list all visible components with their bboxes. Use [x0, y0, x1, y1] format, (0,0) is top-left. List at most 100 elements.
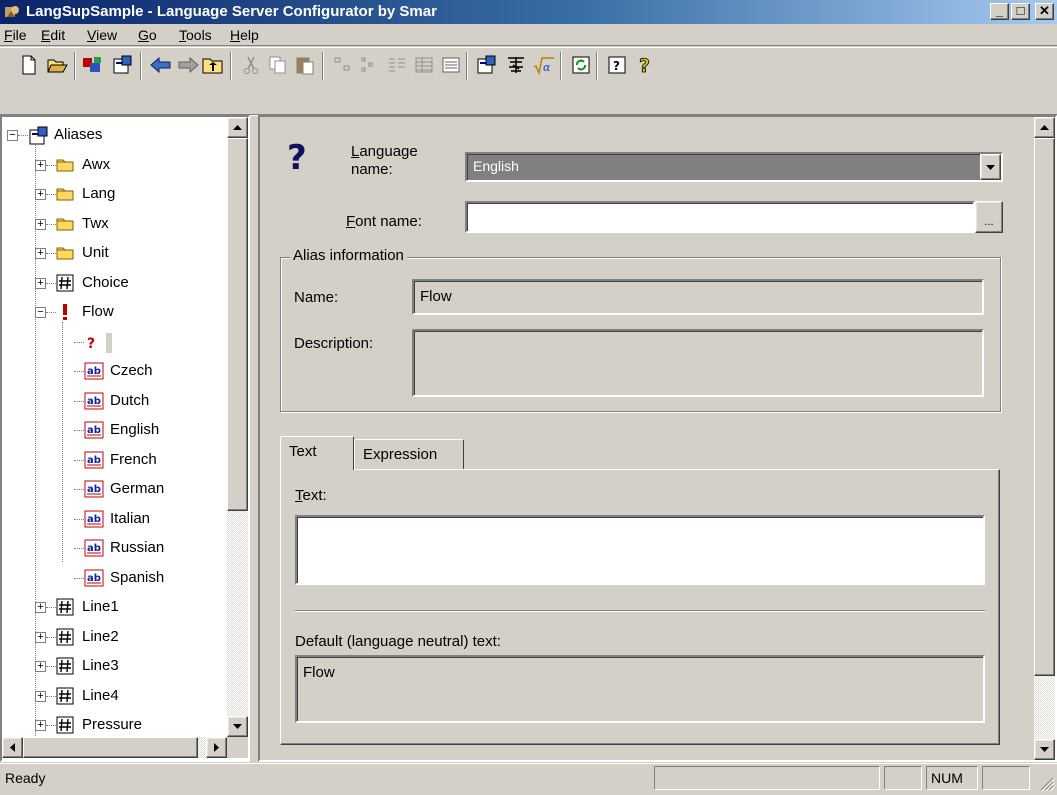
menu-file[interactable]: File	[0, 27, 31, 43]
menu-tools[interactable]: Tools	[175, 27, 216, 43]
expand-toggle-icon[interactable]: +	[35, 720, 46, 731]
properties-page-button[interactable]	[474, 53, 500, 77]
details-scroll-down-button[interactable]	[1034, 739, 1055, 760]
open-button[interactable]	[45, 53, 71, 77]
expand-toggle-icon[interactable]: +	[35, 159, 46, 171]
cut-button[interactable]	[238, 53, 264, 77]
small-icons-icon	[361, 57, 373, 72]
paste-button[interactable]	[292, 53, 318, 77]
tree-hscroll-thumb[interactable]	[23, 737, 198, 758]
language-dropdown-button[interactable]	[980, 154, 1001, 180]
details-scroll-thumb[interactable]	[1034, 138, 1055, 676]
unknown-node-selection[interactable]	[106, 332, 112, 353]
config-icon	[83, 57, 101, 72]
config-button[interactable]	[80, 53, 106, 77]
aliases-root-icon	[28, 126, 48, 145]
expand-toggle-icon[interactable]: +	[35, 189, 46, 200]
menu-edit[interactable]: Edit	[37, 27, 69, 43]
formula-button[interactable]: α	[531, 53, 557, 77]
unknown-language-icon: ?	[287, 138, 307, 175]
up-folder-button[interactable]	[200, 53, 226, 77]
new-button[interactable]	[16, 53, 42, 77]
list-button[interactable]	[384, 53, 410, 77]
font-name-input[interactable]	[465, 201, 975, 233]
hash-icon	[56, 687, 74, 705]
copy-icon	[269, 56, 286, 74]
hash-icon	[56, 598, 74, 616]
copy-button[interactable]	[265, 53, 291, 77]
formula-icon: α	[533, 57, 554, 75]
expand-toggle-icon[interactable]: +	[35, 277, 46, 289]
status-panel-1	[654, 766, 880, 790]
properties-button[interactable]	[110, 53, 136, 77]
back-button[interactable]	[148, 53, 174, 77]
tab-expression[interactable]: Expression	[354, 439, 464, 469]
status-panel-2	[884, 766, 922, 790]
font-browse-button[interactable]: ...	[975, 201, 1003, 233]
menu-bar: File Edit View Go Tools Help	[0, 24, 1057, 46]
refresh-button[interactable]	[568, 53, 594, 77]
pane-splitter[interactable]	[250, 115, 258, 762]
about-button[interactable]: ?	[604, 53, 630, 77]
text-alias-icon: ab	[84, 392, 104, 410]
text-input[interactable]	[295, 515, 985, 585]
forward-button[interactable]	[175, 53, 201, 77]
svg-text:?: ?	[87, 336, 95, 351]
app-window: LangSupSample - Language Server Configur…	[0, 0, 1057, 795]
large-icons-icon	[334, 57, 350, 71]
expand-toggle-icon[interactable]: +	[35, 248, 46, 259]
details-scroll-up-button[interactable]	[1034, 117, 1055, 138]
expand-toggle-icon[interactable]: +	[35, 661, 46, 672]
tree-vscrollbar[interactable]	[227, 117, 248, 737]
font-name-label: Font name:	[346, 213, 422, 230]
title-bar[interactable]: LangSupSample - Language Server Configur…	[0, 0, 1057, 24]
list-icon	[389, 58, 405, 72]
description-field	[412, 329, 984, 397]
alias-tree[interactable]: − Aliases + Awx + Lang + Twx + Unit + Choice − Flow? a…	[2, 117, 227, 737]
tree-scroll-thumb[interactable]	[227, 138, 248, 511]
tree-scroll-up-button[interactable]	[227, 117, 248, 138]
tree-scroll-down-button[interactable]	[227, 716, 248, 737]
collapse-toggle-icon[interactable]: −	[35, 307, 46, 318]
tree-hscrollbar[interactable]	[2, 737, 227, 758]
expand-toggle-icon[interactable]: +	[35, 218, 46, 230]
tree-scroll-right-button[interactable]	[206, 737, 227, 758]
svg-text:ab: ab	[87, 425, 101, 436]
svg-text:?: ?	[287, 138, 307, 175]
small-icons-button[interactable]	[357, 53, 383, 77]
minimize-button[interactable]: _	[990, 3, 1009, 20]
status-panel-4	[982, 766, 1030, 790]
expand-toggle-icon[interactable]: +	[35, 602, 46, 613]
menu-help[interactable]: Help	[226, 27, 263, 43]
view-button[interactable]	[438, 53, 464, 77]
maximize-icon: □	[1016, 3, 1025, 18]
language-name-select[interactable]: English	[465, 152, 1003, 182]
menu-view[interactable]: View	[83, 27, 121, 43]
tab-text[interactable]: Text	[280, 436, 354, 470]
tree-scroll-left-button[interactable]	[2, 737, 23, 758]
details-vscrollbar[interactable]	[1034, 117, 1055, 760]
expand-toggle-icon[interactable]: +	[35, 631, 46, 643]
folder-icon	[56, 244, 74, 262]
close-icon: ✕	[1039, 3, 1050, 18]
text-alias-icon: ab	[84, 569, 104, 587]
maximize-button[interactable]: □	[1011, 3, 1030, 20]
large-icons-button[interactable]	[330, 53, 356, 77]
view-icon	[442, 57, 460, 73]
help-button[interactable]: ?	[632, 53, 658, 77]
collapse-toggle-icon[interactable]: −	[7, 130, 18, 141]
expand-toggle-icon[interactable]: +	[35, 690, 46, 702]
svg-text:?: ?	[613, 59, 620, 73]
arrow-right-icon	[214, 743, 219, 752]
svg-text:ab: ab	[87, 514, 101, 525]
details-button[interactable]	[411, 53, 437, 77]
resize-grip-icon[interactable]	[1038, 775, 1054, 791]
cut-icon	[244, 56, 258, 74]
text-alias-icon: ab	[84, 510, 104, 528]
description-label: Description:	[294, 335, 374, 352]
menu-go[interactable]: Go	[134, 27, 161, 43]
chinese-char-button[interactable]	[503, 53, 529, 77]
close-button[interactable]: ✕	[1035, 3, 1054, 20]
default-text-label: Default (language neutral) text:	[295, 633, 501, 650]
hash-icon	[56, 716, 74, 734]
